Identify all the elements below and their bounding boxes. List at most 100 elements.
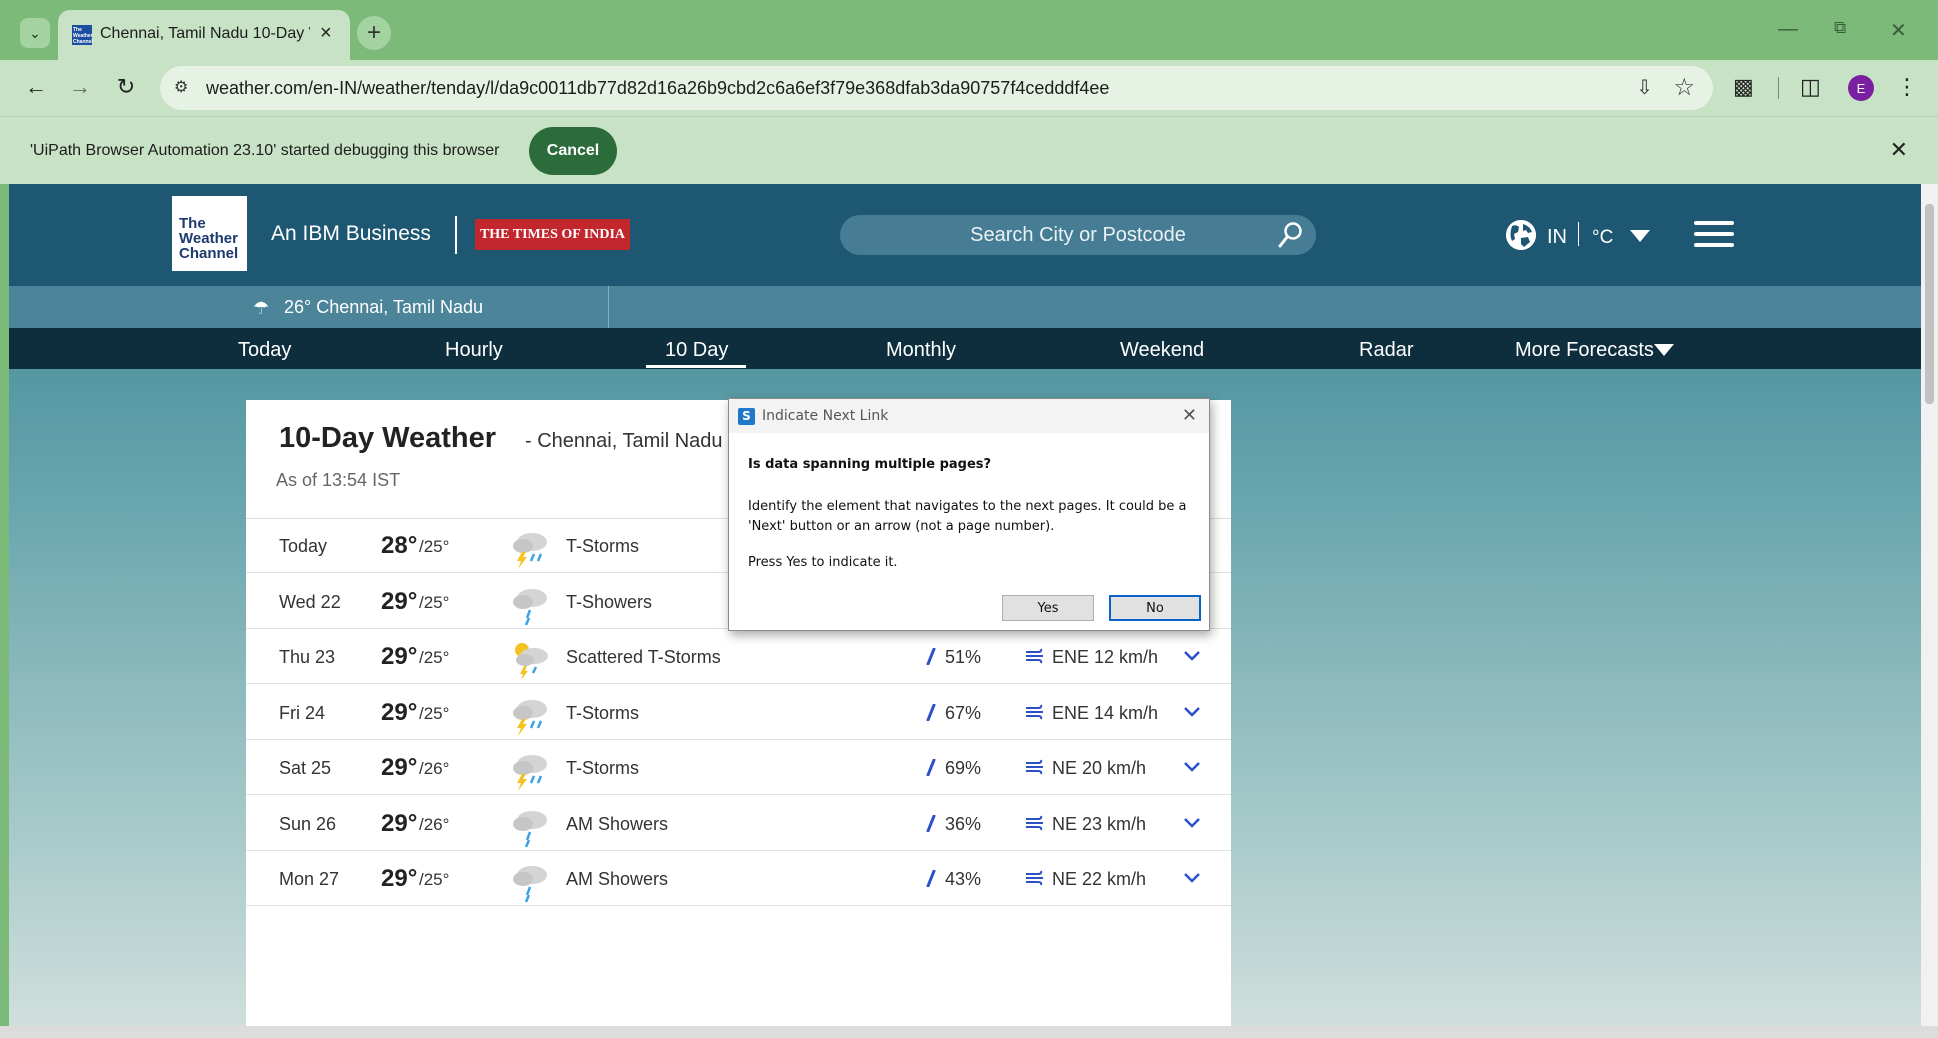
more-menu-icon[interactable]: ⋮ (1896, 74, 1918, 100)
close-infobar-icon[interactable]: ✕ (1890, 137, 1908, 163)
search-input[interactable]: Search City or Postcode (840, 215, 1316, 255)
forward-arrow-icon[interactable]: → (66, 74, 94, 100)
dialog-instruction: Press Yes to indicate it. (748, 555, 898, 570)
bookmark-star-icon[interactable]: ☆ (1673, 73, 1695, 102)
no-button[interactable]: No (1109, 595, 1201, 621)
tab-close-icon[interactable]: × (320, 22, 332, 45)
chevron-down-icon[interactable] (1182, 868, 1202, 888)
wind-icon (1026, 704, 1043, 719)
times-of-india-logo[interactable]: THE TIMES OF INDIA (475, 219, 630, 250)
new-tab-button[interactable]: + (357, 16, 391, 50)
page-scrollbar[interactable] (1921, 184, 1938, 1026)
forecast-row[interactable]: Sun 26 29°/26° AM Showers 36% NE 23 km/h (246, 796, 1231, 851)
high-temp: 29° (381, 643, 418, 670)
search-placeholder: Search City or Postcode (970, 224, 1186, 246)
debugging-infobar: 'UiPath Browser Automation 23.10' starte… (0, 116, 1938, 184)
nav-more-forecasts[interactable]: More Forecasts (1515, 339, 1654, 362)
back-arrow-icon[interactable]: ← (22, 74, 50, 100)
caret-down-icon[interactable] (1654, 344, 1674, 356)
chevron-down-icon[interactable] (1182, 702, 1202, 722)
search-icon[interactable] (1278, 221, 1304, 249)
rain-chance: 69% (945, 758, 982, 778)
cancel-debug-button[interactable]: Cancel (529, 127, 617, 175)
condition: T-Showers (566, 591, 653, 612)
raindrop-icon (926, 703, 936, 721)
browser-tab[interactable]: The Weather Channel Chennai, Tamil Nadu … (58, 10, 350, 60)
extensions-icon[interactable]: ▩ (1733, 74, 1754, 100)
tab-bar: ⌄ The Weather Channel Chennai, Tamil Nad… (0, 0, 1938, 60)
timestamp: As of 13:54 IST (276, 470, 401, 490)
install-app-icon[interactable]: ⇩ (1636, 75, 1653, 100)
scrollbar-thumb[interactable] (1925, 204, 1934, 404)
wind-speed: ENE 12 km/h (1052, 647, 1159, 667)
condition: T-Storms (566, 536, 640, 556)
locale-divider (1578, 222, 1579, 246)
tab-search-button[interactable]: ⌄ (20, 18, 50, 48)
chevron-down-icon[interactable] (1182, 646, 1202, 666)
reload-icon[interactable]: ↻ (112, 74, 140, 100)
forecast-row[interactable]: Sat 25 29°/26° T-Storms 69% NE 20 km/h (246, 740, 1231, 795)
window-close-icon[interactable]: ✕ (1890, 18, 1907, 43)
showers-icon (513, 588, 547, 625)
day-label: Mon 27 (279, 869, 340, 889)
side-panel-icon[interactable]: ◫ (1800, 74, 1821, 100)
raindrop-icon (926, 759, 936, 776)
dialog-body: Identify the element that navigates to t… (748, 499, 1187, 534)
nav-weekend[interactable]: Weekend (1120, 339, 1204, 362)
nav-monthly[interactable]: Monthly (886, 339, 956, 362)
high-temp: 29° (381, 698, 418, 726)
unit-label[interactable]: °C (1592, 227, 1613, 249)
caret-down-icon[interactable] (1630, 230, 1650, 242)
locale-label[interactable]: IN (1547, 226, 1567, 249)
nav-radar[interactable]: Radar (1359, 339, 1413, 362)
profile-avatar[interactable]: E (1848, 75, 1874, 101)
minimize-icon[interactable]: — (1778, 18, 1798, 41)
profile-initial: E (1856, 80, 1866, 96)
forecast-row[interactable]: Mon 27 29°/25° AM Showers 43% NE 22 km/h (246, 851, 1231, 906)
condition: AM Showers (566, 869, 669, 889)
nav-hourly[interactable]: Hourly (445, 339, 503, 362)
low-temp: /25° (419, 870, 450, 889)
wind-speed: NE 22 km/h (1052, 869, 1147, 889)
dialog-question: Is data spanning multiple pages? (748, 457, 992, 472)
high-temp: 28° (381, 532, 418, 559)
raindrop-icon (926, 870, 936, 887)
page-subtitle: - Chennai, Tamil Nadu (525, 430, 723, 452)
tab-title: Chennai, Tamil Nadu 10-Day W (100, 25, 310, 42)
day-label: Today (279, 536, 328, 556)
wind-speed: NE 20 km/h (1052, 758, 1147, 778)
day-label: Sun 26 (279, 813, 337, 834)
raindrop-icon (926, 814, 936, 832)
nav-today[interactable]: Today (238, 339, 291, 362)
forecast-row[interactable]: Fri 24 29°/25° T-Storms 67% ENE 14 km/h (246, 685, 1231, 740)
forecast-row[interactable]: Thu 23 29°/25° Scattered T-Storms 51% ENE 12… (246, 629, 1231, 684)
thunderstorm-icon (513, 533, 547, 569)
showers-icon (513, 810, 547, 847)
hamburger-menu-icon[interactable] (1694, 221, 1734, 249)
browser-toolbar: ← → ↻ ⚙ weather.com/en-IN/weather/tenday… (0, 60, 1938, 116)
address-bar[interactable]: ⚙ weather.com/en-IN/weather/tenday/l/da9… (160, 66, 1713, 110)
dialog-titlebar: S Indicate Next Link ✕ (729, 399, 1209, 433)
wind-icon (1026, 759, 1043, 775)
rain-chance: 36% (945, 813, 982, 834)
bottom-edge (0, 1026, 1938, 1038)
page-title: 10-Day Weather (279, 422, 497, 454)
restore-icon[interactable]: ⧉ (1834, 18, 1846, 38)
debug-message: 'UiPath Browser Automation 23.10' starte… (30, 142, 500, 159)
site-settings-icon[interactable]: ⚙ (174, 77, 198, 99)
rain-chance: 67% (945, 702, 982, 723)
forecast-nav: Today Hourly 10 Day Monthly Weekend Rada… (9, 328, 1921, 369)
chevron-down-icon[interactable] (1182, 757, 1202, 777)
globe-icon[interactable] (1506, 220, 1536, 250)
condition: AM Showers (566, 813, 669, 834)
url-text[interactable]: weather.com/en-IN/weather/tenday/l/da9c0… (206, 78, 1109, 99)
wind-icon (1026, 870, 1043, 886)
weather-channel-logo[interactable]: The Weather Channel (172, 196, 247, 271)
nav-10-day[interactable]: 10 Day (665, 339, 728, 362)
active-nav-underline (646, 365, 746, 368)
chevron-down-icon[interactable] (1182, 813, 1202, 833)
current-location[interactable]: 26° Chennai, Tamil Nadu (284, 297, 483, 318)
high-temp: 29° (381, 754, 418, 781)
dialog-close-icon[interactable]: ✕ (1182, 405, 1197, 426)
yes-button[interactable]: Yes (1002, 595, 1094, 621)
